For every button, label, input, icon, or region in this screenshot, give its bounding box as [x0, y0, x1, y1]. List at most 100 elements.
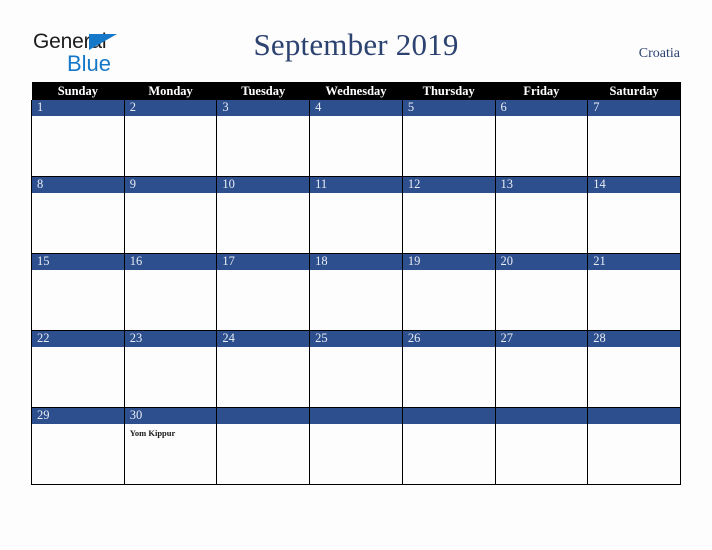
day-number: 22 [32, 331, 124, 347]
day-cell-inner [495, 408, 588, 484]
day-cell-inner: 19 [402, 254, 495, 330]
day-number: 23 [124, 331, 217, 347]
day-number: 30 [124, 408, 217, 424]
day-cell-inner: 15 [32, 254, 124, 330]
day-number: 1 [32, 100, 124, 116]
day-number: 15 [32, 254, 124, 270]
calendar-day-cell[interactable]: 24 [216, 330, 311, 408]
calendar-week-row: 8 9 10 11 12 13 14 [31, 176, 681, 254]
day-cell-inner: 9 [124, 177, 217, 253]
calendar-day-cell[interactable]: 2 [123, 100, 218, 177]
weekday-header-wednesday: Wednesday [309, 82, 403, 100]
calendar-day-cell[interactable]: 1 [31, 100, 125, 177]
day-cell-inner: 11 [310, 177, 402, 253]
day-number: 14 [588, 177, 680, 193]
day-cell-inner: 29 [32, 408, 124, 484]
calendar-day-cell[interactable]: 27 [494, 330, 589, 408]
calendar-day-cell[interactable]: 22 [31, 330, 125, 408]
calendar-body: 1 2 3 4 5 6 7 8 9 10 11 12 13 14 15 16 17 18 19 20 21 22 23 24 2… [31, 100, 681, 485]
day-number: 2 [124, 100, 217, 116]
calendar-day-cell[interactable]: 21 [587, 253, 681, 331]
day-number: 17 [217, 254, 310, 270]
calendar-day-cell[interactable]: 26 [401, 330, 496, 408]
calendar-day-cell[interactable]: 17 [216, 253, 311, 331]
day-number: 21 [588, 254, 680, 270]
calendar-day-cell[interactable]: 28 [587, 330, 681, 408]
day-number: 18 [310, 254, 402, 270]
calendar-week-row: 1234567 [31, 100, 681, 177]
day-number-empty [402, 408, 495, 424]
calendar-day-cell[interactable]: 15 [31, 253, 125, 331]
calendar-day-cell[interactable]: 30 Yom Kippur [123, 407, 218, 485]
calendar-day-cell[interactable]: 6 [494, 100, 589, 177]
weekday-header-sunday: Sunday [31, 82, 125, 100]
day-number: 10 [217, 177, 310, 193]
weekday-header-saturday: Saturday [587, 82, 681, 100]
day-number: 25 [310, 331, 402, 347]
country-label: Croatia [638, 46, 680, 61]
day-number: 12 [402, 177, 495, 193]
day-number: 29 [32, 408, 124, 424]
calendar-week-row: 22 23 24 25 26 27 28 [31, 330, 681, 408]
calendar-day-cell[interactable] [494, 407, 589, 485]
page-title: September 2019 [253, 27, 459, 62]
day-number-empty [217, 408, 310, 424]
day-event-label: Yom Kippur [129, 428, 176, 438]
calendar-day-cell[interactable] [401, 407, 496, 485]
calendar-day-cell[interactable]: 11 [309, 176, 403, 254]
calendar-day-cell[interactable]: 9 [123, 176, 218, 254]
day-cell-inner: 17 [217, 254, 310, 330]
day-cell-inner: 12 [402, 177, 495, 253]
weekday-header-friday: Friday [495, 82, 588, 100]
day-cell-inner: 21 [588, 254, 680, 330]
page-header: General Blue September 2019 Croatia [0, 0, 712, 82]
calendar-day-cell[interactable]: 13 [494, 176, 589, 254]
calendar-week-row: 29 30 Yom Kippur [31, 407, 681, 485]
day-number: 19 [402, 254, 495, 270]
calendar-day-cell[interactable]: 14 [587, 176, 681, 254]
day-number: 8 [32, 177, 124, 193]
calendar-week-row: 15 16 17 18 19 20 21 [31, 253, 681, 331]
day-cell-inner: 3 [217, 100, 310, 176]
calendar-day-cell[interactable]: 4 [309, 100, 403, 177]
calendar-day-cell[interactable]: 3 [216, 100, 311, 177]
day-cell-inner: 6 [495, 100, 588, 176]
day-cell-inner: 18 [310, 254, 402, 330]
day-number-empty [588, 408, 680, 424]
calendar-day-cell[interactable]: 5 [401, 100, 496, 177]
day-cell-inner: 28 [588, 331, 680, 407]
day-number: 13 [495, 177, 588, 193]
day-cell-inner: 25 [310, 331, 402, 407]
calendar-day-cell[interactable]: 20 [494, 253, 589, 331]
calendar-day-cell[interactable]: 10 [216, 176, 311, 254]
calendar-day-cell[interactable]: 23 [123, 330, 218, 408]
day-cell-inner: 14 [588, 177, 680, 253]
day-number: 24 [217, 331, 310, 347]
day-number: 20 [495, 254, 588, 270]
calendar-day-cell[interactable]: 8 [31, 176, 125, 254]
calendar-day-cell[interactable]: 16 [123, 253, 218, 331]
day-number-empty [310, 408, 402, 424]
day-number: 11 [310, 177, 402, 193]
calendar-day-cell[interactable]: 18 [309, 253, 403, 331]
calendar-day-cell[interactable]: 19 [401, 253, 496, 331]
day-cell-inner: 26 [402, 331, 495, 407]
calendar-day-cell[interactable]: 12 [401, 176, 496, 254]
calendar-day-cell[interactable] [587, 407, 681, 485]
calendar-weekday-header-row: Sunday Monday Tuesday Wednesday Thursday… [31, 82, 681, 100]
day-cell-inner [310, 408, 402, 484]
day-cell-inner: 22 [32, 331, 124, 407]
day-cell-inner: 30 Yom Kippur [124, 408, 217, 484]
day-cell-inner: 16 [124, 254, 217, 330]
calendar-day-cell[interactable]: 25 [309, 330, 403, 408]
calendar-day-cell[interactable] [309, 407, 403, 485]
day-cell-inner: 23 [124, 331, 217, 407]
day-number: 28 [588, 331, 680, 347]
calendar-day-cell[interactable]: 7 [587, 100, 681, 177]
calendar-day-cell[interactable]: 29 [31, 407, 125, 485]
day-number: 26 [402, 331, 495, 347]
calendar-day-cell[interactable] [216, 407, 311, 485]
day-number: 9 [124, 177, 217, 193]
day-cell-inner: 20 [495, 254, 588, 330]
day-cell-inner: 10 [217, 177, 310, 253]
